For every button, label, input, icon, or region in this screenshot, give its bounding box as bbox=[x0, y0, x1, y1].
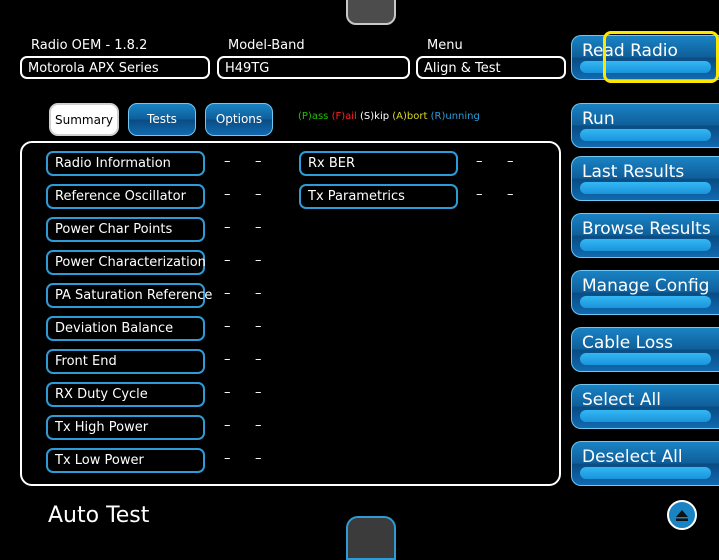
legend-fail: (F)ail bbox=[331, 111, 357, 122]
test-item[interactable]: RX Duty Cycle bbox=[46, 382, 205, 407]
last-results-label: Last Results bbox=[582, 162, 685, 182]
test-status: – bbox=[224, 352, 231, 367]
test-status: – bbox=[255, 253, 262, 268]
eject-up-icon bbox=[676, 510, 688, 521]
select-all-button[interactable]: Select All bbox=[571, 384, 719, 429]
browse-results-button[interactable]: Browse Results bbox=[571, 213, 719, 258]
test-status: – bbox=[255, 187, 262, 202]
test-status: – bbox=[507, 187, 514, 202]
run-button[interactable]: Run bbox=[571, 103, 719, 148]
tab-tests[interactable]: Tests bbox=[128, 103, 196, 136]
test-status: – bbox=[224, 385, 231, 400]
test-status: – bbox=[224, 286, 231, 301]
test-status: – bbox=[224, 220, 231, 235]
manage-config-button[interactable]: Manage Config bbox=[571, 270, 719, 315]
tab-options[interactable]: Options bbox=[205, 103, 273, 136]
test-item[interactable]: PA Saturation Reference bbox=[46, 283, 212, 308]
test-status: – bbox=[255, 418, 262, 433]
test-status: – bbox=[224, 319, 231, 334]
tab-summary[interactable]: Summary bbox=[49, 103, 119, 136]
test-status: – bbox=[224, 154, 231, 169]
button-shine bbox=[580, 296, 711, 308]
test-status: – bbox=[224, 418, 231, 433]
test-status: – bbox=[255, 220, 262, 235]
test-status: – bbox=[255, 352, 262, 367]
cable-loss-button[interactable]: Cable Loss bbox=[571, 327, 719, 372]
legend-pass: (P)ass bbox=[298, 111, 329, 122]
menu-label: Menu bbox=[427, 38, 463, 53]
radio-oem-field[interactable]: Motorola APX Series bbox=[20, 56, 210, 79]
status-legend: (P)ass (F)ail (S)kip (A)bort (R)unning bbox=[298, 111, 480, 122]
test-item[interactable]: Reference Oscillator bbox=[46, 184, 205, 209]
legend-skip: (S)kip bbox=[360, 111, 390, 122]
model-band-label: Model-Band bbox=[228, 38, 305, 53]
test-status: – bbox=[224, 451, 231, 466]
cable-loss-label: Cable Loss bbox=[582, 333, 673, 353]
button-shine bbox=[580, 129, 711, 141]
test-item[interactable]: Rx BER bbox=[299, 151, 458, 176]
legend-abort: (A)bort bbox=[392, 111, 428, 122]
test-item[interactable]: Deviation Balance bbox=[46, 316, 205, 341]
last-results-button[interactable]: Last Results bbox=[571, 156, 719, 201]
test-status: – bbox=[255, 286, 262, 301]
test-status: – bbox=[476, 187, 483, 202]
test-status: – bbox=[255, 451, 262, 466]
test-status: – bbox=[255, 385, 262, 400]
browse-results-label: Browse Results bbox=[582, 219, 711, 239]
bottom-tab-handle[interactable] bbox=[346, 516, 396, 560]
test-item[interactable]: Power Char Points bbox=[46, 217, 205, 242]
deselect-all-label: Deselect All bbox=[582, 447, 683, 467]
button-shine bbox=[580, 410, 711, 422]
run-label: Run bbox=[582, 109, 615, 129]
test-item[interactable]: Tx Parametrics bbox=[299, 184, 458, 209]
manage-config-label: Manage Config bbox=[582, 276, 710, 296]
test-status: – bbox=[255, 319, 262, 334]
eject-up-button[interactable] bbox=[667, 500, 697, 530]
legend-running: (R)unning bbox=[430, 111, 480, 122]
deselect-all-button[interactable]: Deselect All bbox=[571, 441, 719, 486]
button-shine bbox=[580, 467, 711, 479]
select-all-label: Select All bbox=[582, 390, 661, 410]
test-status: – bbox=[224, 187, 231, 202]
highlight-frame bbox=[603, 31, 719, 83]
button-shine bbox=[580, 353, 711, 365]
test-item[interactable]: Tx High Power bbox=[46, 415, 205, 440]
test-item[interactable]: Tx Low Power bbox=[46, 448, 205, 473]
button-shine bbox=[580, 239, 711, 251]
test-status: – bbox=[224, 253, 231, 268]
test-status: – bbox=[507, 154, 514, 169]
page-title: Auto Test bbox=[48, 503, 150, 528]
top-tab-handle[interactable] bbox=[346, 0, 396, 25]
test-item[interactable]: Power Characterization bbox=[46, 250, 206, 275]
model-band-field[interactable]: H49TG bbox=[217, 56, 410, 79]
test-item[interactable]: Front End bbox=[46, 349, 205, 374]
button-shine bbox=[580, 182, 711, 194]
radio-oem-label: Radio OEM - 1.8.2 bbox=[31, 38, 148, 53]
test-status: – bbox=[255, 154, 262, 169]
test-item[interactable]: Radio Information bbox=[46, 151, 205, 176]
menu-field[interactable]: Align & Test bbox=[416, 56, 566, 79]
test-status: – bbox=[476, 154, 483, 169]
